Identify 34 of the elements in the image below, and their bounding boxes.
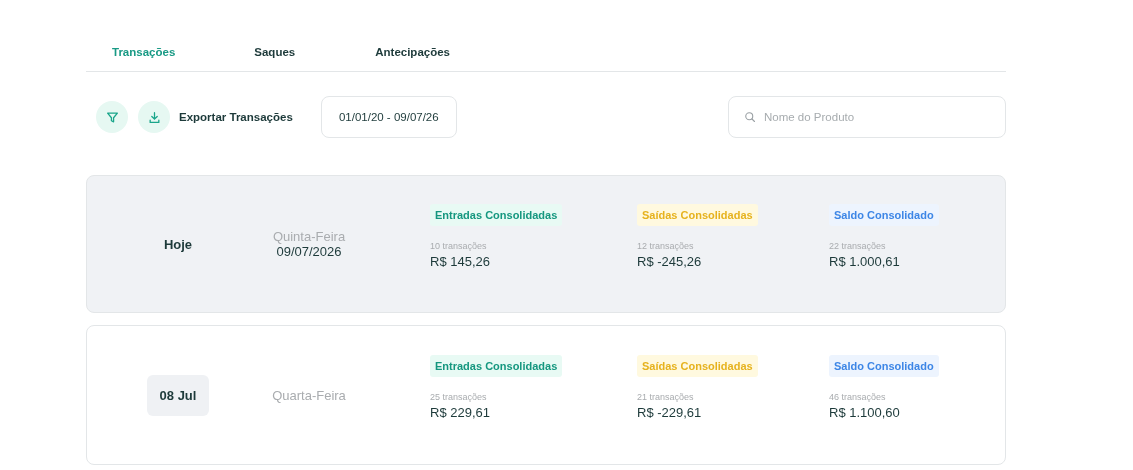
- search-field[interactable]: Nome do Produto: [728, 96, 1006, 138]
- amount-value: R$ -229,61: [637, 404, 702, 420]
- download-icon: [147, 110, 161, 124]
- date-chip: 08 Jul: [146, 374, 210, 416]
- export-button[interactable]: Exportar Transações: [179, 111, 293, 123]
- summary-badge: Saídas Consolidadas: [637, 354, 758, 377]
- weekday-label: Quinta-Feira: [272, 229, 346, 244]
- summary-badge: Saldo Consolidado: [829, 354, 939, 377]
- amount-value: R$ 1.100,60: [829, 404, 900, 420]
- summary-badge: Saldo Consolidado: [829, 203, 939, 226]
- summary-badge: Saídas Consolidadas: [637, 203, 758, 226]
- amount-value: R$ 1.000,61: [829, 253, 900, 269]
- amount-value: R$ 145,26: [430, 253, 490, 269]
- summary-badge: Entradas Consolidadas: [430, 203, 563, 226]
- tab[interactable]: Transações: [112, 41, 176, 62]
- transaction-count: 46 transações: [829, 391, 886, 402]
- tab[interactable]: Saques: [254, 41, 296, 62]
- download-button[interactable]: [138, 101, 170, 133]
- amount-value: R$ 229,61: [430, 404, 490, 420]
- day-label: Hoje: [163, 236, 193, 252]
- transaction-count: 12 transações: [637, 240, 694, 251]
- weekday-label: Quarta-Feira: [272, 387, 346, 403]
- transaction-count: 10 transações: [430, 240, 487, 251]
- date-label: 09/07/2026: [276, 244, 342, 259]
- transaction-count: 25 transações: [430, 391, 487, 402]
- summary-badge: Entradas Consolidadas: [430, 354, 563, 377]
- tab[interactable]: Antecipações: [375, 41, 450, 62]
- filter-button[interactable]: [96, 101, 128, 133]
- search-icon: [744, 111, 756, 123]
- filter-icon: [105, 110, 119, 124]
- transaction-count: 22 transações: [829, 240, 886, 251]
- amount-value: R$ -245,26: [637, 253, 702, 269]
- date-range-button[interactable]: 01/01/20 - 09/07/26: [320, 96, 457, 138]
- transaction-count: 21 transações: [637, 391, 694, 402]
